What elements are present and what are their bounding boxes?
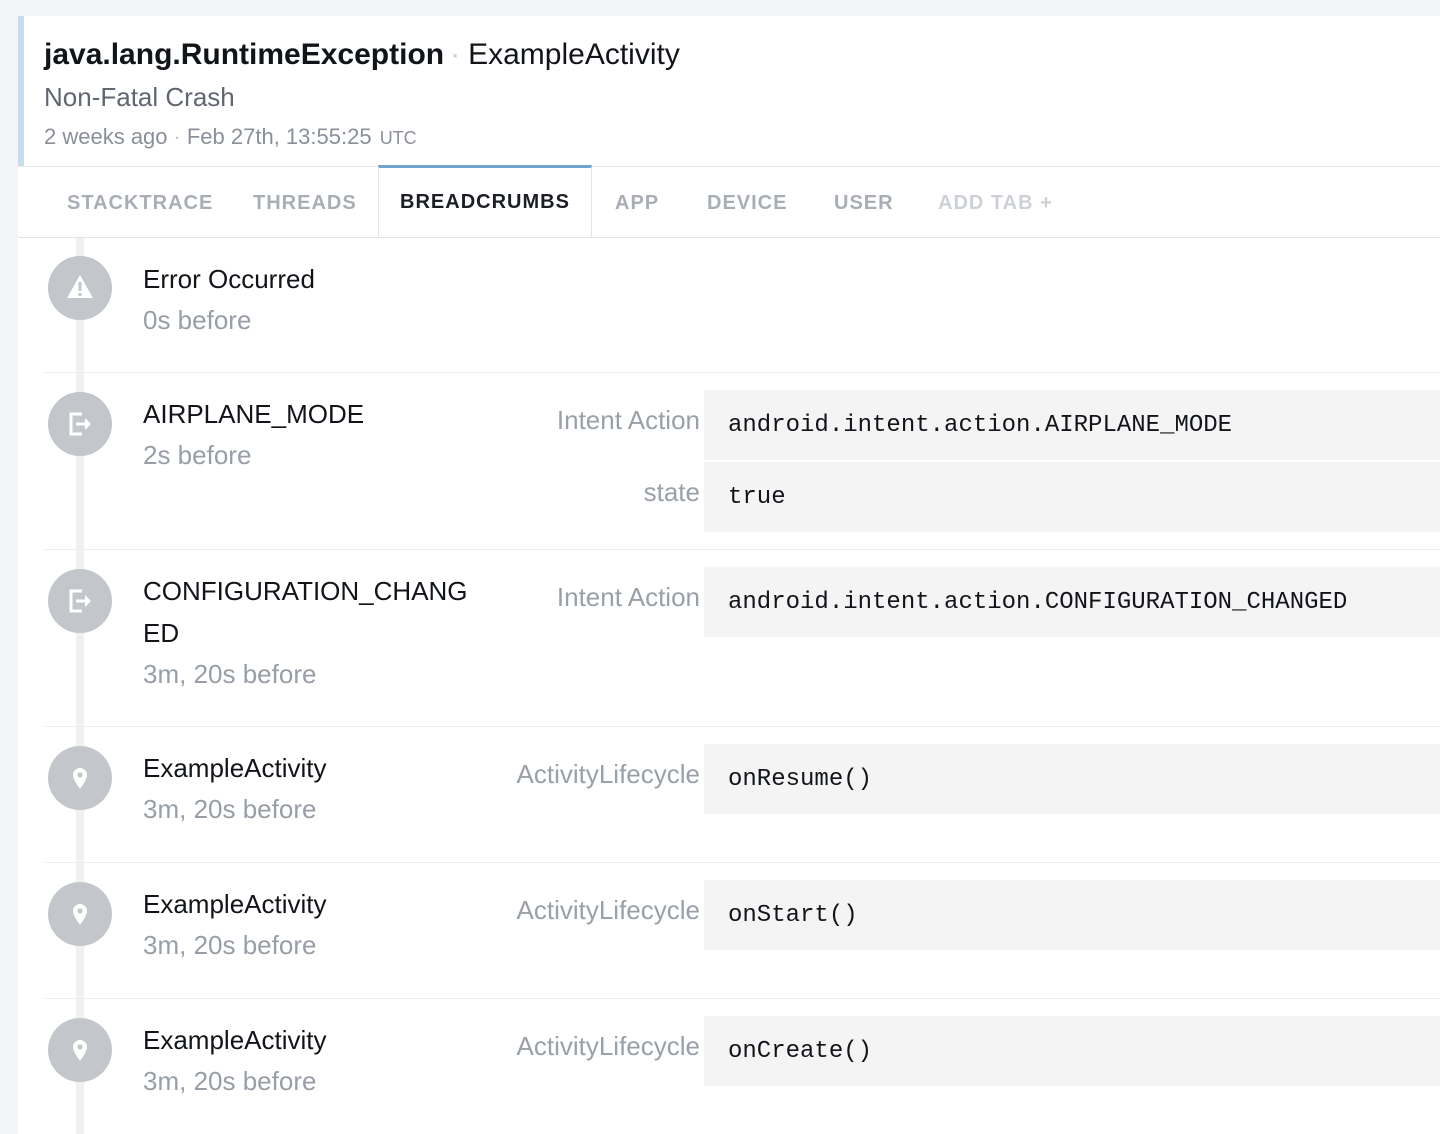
crash-type: Non-Fatal Crash <box>44 82 235 112</box>
exit-icon <box>48 569 112 633</box>
breadcrumb-item: ExampleActivity 3m, 20s before ActivityL… <box>44 863 1440 999</box>
breadcrumb-name: ExampleActivity <box>143 753 327 783</box>
error-timestamp: 2 weeks ago · Feb 27th, 13:55:25 UTC <box>44 124 417 150</box>
error-title: java.lang.RuntimeException · ExampleActivi… <box>44 38 680 72</box>
metadata-value: onStart() <box>704 880 1440 950</box>
location-pin-icon <box>48 1018 112 1082</box>
breadcrumb-name: ExampleActivity <box>143 1025 327 1055</box>
metadata-value: android.intent.action.CONFIGURATION_CHAN… <box>704 567 1440 637</box>
metadata-value: onResume() <box>704 744 1440 814</box>
tab-user[interactable]: USER <box>834 167 894 237</box>
breadcrumb-item: Error Occurred 0s before <box>44 238 1440 373</box>
metadata-key: state <box>643 477 700 507</box>
breadcrumb-time: 2s before <box>143 440 252 470</box>
metadata-value: android.intent.action.AIRPLANE_MODE <box>704 390 1440 460</box>
warning-icon <box>48 256 112 320</box>
error-header: java.lang.RuntimeException · ExampleActivi… <box>18 16 1440 166</box>
breadcrumb-name: Error Occurred <box>143 264 315 294</box>
relative-time: 2 weeks ago <box>44 124 168 149</box>
metadata-key: Intent Action <box>556 405 700 435</box>
breadcrumb-item: AIRPLANE_MODE 2s before Intent Action an… <box>44 373 1440 550</box>
location-pin-icon <box>48 746 112 810</box>
absolute-time: Feb 27th, 13:55:25 <box>186 124 372 149</box>
exit-icon <box>48 392 112 456</box>
breadcrumb-name: ExampleActivity <box>143 889 327 919</box>
error-context: ExampleActivity <box>468 38 680 71</box>
timezone-label: UTC <box>379 128 417 148</box>
metadata-value: onCreate() <box>704 1016 1440 1086</box>
add-tab-button[interactable]: ADD TAB + <box>938 167 1053 237</box>
metadata-key: ActivityLifecycle <box>516 1031 701 1061</box>
error-detail-panel: java.lang.RuntimeException · ExampleActivi… <box>18 16 1440 1134</box>
tab-stacktrace[interactable]: STACKTRACE <box>67 167 213 237</box>
breadcrumb-time: 3m, 20s before <box>143 930 317 960</box>
detail-tabs: STACKTRACE THREADS BREADCRUMBS APP DEVIC… <box>18 165 1440 238</box>
breadcrumb-item: CONFIGURATION_CHANGED 3m, 20s before Int… <box>44 550 1440 727</box>
title-separator: · <box>450 38 461 71</box>
metadata-key: ActivityLifecycle <box>516 895 701 925</box>
location-pin-icon <box>48 882 112 946</box>
breadcrumb-time: 3m, 20s before <box>143 659 317 689</box>
tab-threads[interactable]: THREADS <box>253 167 357 237</box>
tab-breadcrumbs[interactable]: BREADCRUMBS <box>378 165 592 237</box>
meta-separator: · <box>173 124 181 149</box>
breadcrumb-item: ExampleActivity 3m, 20s before ActivityL… <box>44 727 1440 863</box>
breadcrumb-item: ExampleActivity 3m, 20s before ActivityL… <box>44 999 1440 1134</box>
breadcrumb-time: 3m, 20s before <box>143 1066 317 1096</box>
breadcrumb-name: CONFIGURATION_CHANGED <box>143 576 468 648</box>
breadcrumb-time: 3m, 20s before <box>143 794 317 824</box>
tab-app[interactable]: APP <box>615 167 659 237</box>
metadata-key: ActivityLifecycle <box>516 759 701 789</box>
metadata-key: Intent Action <box>556 582 700 612</box>
breadcrumbs-timeline: Error Occurred 0s before AIRPLANE_MODE 2… <box>18 238 1440 1134</box>
metadata-value: true <box>704 462 1440 532</box>
tab-device[interactable]: DEVICE <box>707 167 787 237</box>
breadcrumb-name: AIRPLANE_MODE <box>143 399 365 429</box>
exception-class[interactable]: java.lang.RuntimeException <box>44 38 444 71</box>
breadcrumb-time: 0s before <box>143 305 252 335</box>
